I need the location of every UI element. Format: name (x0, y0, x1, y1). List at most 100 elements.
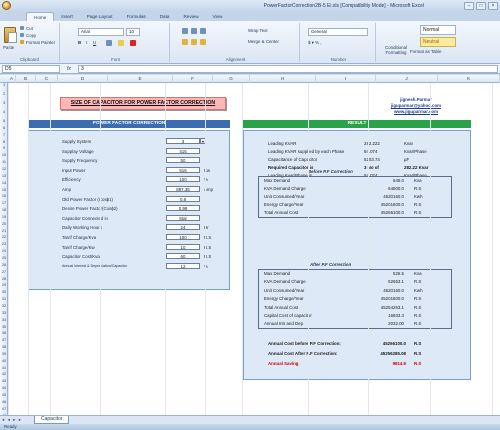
column-header[interactable]: H (250, 75, 316, 83)
column-header[interactable]: C (36, 75, 58, 83)
conditional-formatting-button[interactable]: Conditional Formatting (380, 45, 412, 55)
column-header[interactable]: B (16, 75, 36, 83)
row-header[interactable]: 15 (0, 188, 8, 192)
row-header[interactable]: 7 (0, 133, 8, 137)
row-header[interactable]: 36 (0, 331, 8, 335)
row-header[interactable]: 20 (0, 222, 8, 226)
input-value[interactable]: 0.98 (166, 205, 200, 212)
column-header[interactable]: G (213, 75, 250, 83)
input-value[interactable]: 3 (166, 138, 200, 144)
row-header[interactable]: 44 (0, 386, 8, 390)
row-header[interactable]: 25 (0, 256, 8, 260)
contact-email[interactable]: jiguparmar@yahoo.com (384, 103, 448, 108)
style-neutral[interactable]: Neutral (420, 37, 456, 47)
font-size-select[interactable]: 10 (126, 28, 140, 36)
input-value[interactable]: 60 (166, 253, 200, 260)
close-button[interactable]: × (488, 1, 498, 10)
row-header[interactable]: 35 (0, 325, 8, 329)
row-header[interactable]: 27 (0, 270, 8, 274)
row-header[interactable]: 6 (0, 126, 8, 130)
row-header[interactable]: 14 (0, 181, 8, 185)
paste-icon[interactable] (4, 27, 17, 43)
align-left-icon[interactable] (182, 39, 188, 45)
row-header[interactable]: 33 (0, 311, 8, 315)
style-normal[interactable]: Normal (420, 25, 456, 35)
contact-website[interactable]: www.jiguparmar.com (384, 109, 448, 114)
row-header[interactable]: 39 (0, 352, 8, 356)
row-header[interactable]: 43 (0, 379, 8, 383)
row-header[interactable]: 8 (0, 140, 8, 144)
worksheet[interactable]: SIZE OF CAPACITOR FOR POWER FACTOR CORRE… (8, 83, 500, 415)
row-header[interactable]: 40 (0, 359, 8, 363)
align-bottom-icon[interactable] (200, 28, 206, 34)
row-header[interactable]: 18 (0, 208, 8, 212)
row-header[interactable]: 31 (0, 297, 8, 301)
input-value[interactable]: Star (166, 214, 200, 221)
format-painter-button[interactable]: Format Painter (26, 40, 55, 45)
row-header[interactable]: 12 (0, 167, 8, 171)
office-button-icon[interactable] (2, 1, 11, 10)
format-as-table-button[interactable]: Format as Table (410, 49, 441, 54)
row-header[interactable]: 19 (0, 215, 8, 219)
fx-icon[interactable]: fx (60, 66, 78, 72)
row-header[interactable]: 29 (0, 283, 8, 287)
row-header[interactable]: 17 (0, 201, 8, 205)
align-right-icon[interactable] (200, 39, 206, 45)
row-header[interactable]: 37 (0, 338, 8, 342)
align-middle-icon[interactable] (191, 28, 197, 34)
borders-icon[interactable] (106, 40, 112, 46)
tab-view[interactable]: View (206, 12, 230, 21)
row-header[interactable]: 42 (0, 372, 8, 376)
column-header[interactable]: A (8, 75, 16, 83)
sheet-tab-capacitor[interactable]: Capacitor (34, 416, 70, 424)
row-header[interactable]: 38 (0, 345, 8, 349)
font-name-select[interactable]: Arial (78, 28, 124, 36)
tab-home[interactable]: Home (26, 12, 55, 21)
row-header[interactable]: 23 (0, 242, 8, 246)
input-value[interactable]: 100 (166, 176, 200, 183)
row-header[interactable]: 21 (0, 229, 8, 233)
input-value[interactable]: 897.35 (166, 186, 200, 192)
tab-insert[interactable]: Insert (54, 12, 80, 21)
name-box[interactable]: D5 (2, 64, 60, 73)
row-header[interactable]: 41 (0, 366, 8, 370)
row-header[interactable]: 47 (0, 407, 8, 411)
input-value[interactable]: 12 (166, 262, 200, 269)
column-header[interactable]: D (58, 75, 108, 83)
merge-center-button[interactable]: Merge & Center (248, 39, 279, 44)
input-value[interactable]: 516 (166, 166, 200, 173)
formula-input[interactable]: 3 (78, 64, 498, 73)
row-header[interactable]: 1 (0, 83, 8, 87)
number-format-select[interactable]: General (308, 28, 368, 36)
minimize-button[interactable]: – (464, 1, 474, 10)
currency-button[interactable]: $ ▾ % , (308, 40, 321, 46)
row-header[interactable]: 34 (0, 318, 8, 322)
column-header[interactable]: J (376, 75, 438, 83)
column-header[interactable]: K (438, 75, 500, 83)
input-value[interactable]: 24 (166, 224, 200, 231)
input-value[interactable]: 10 (166, 243, 200, 250)
row-header[interactable]: 16 (0, 194, 8, 198)
font-color-icon[interactable] (130, 40, 136, 46)
maximize-button[interactable]: □ (476, 1, 486, 10)
tab-data[interactable]: Data (153, 12, 177, 21)
row-header[interactable]: 4 (0, 110, 8, 114)
sheet-nav-arrows[interactable]: ◂ ◂ ▸ ▸ (2, 417, 22, 423)
row-header[interactable]: 13 (0, 174, 8, 178)
row-header[interactable]: 26 (0, 263, 8, 267)
tab-formulas[interactable]: Formulas (120, 12, 153, 21)
row-header[interactable]: 45 (0, 393, 8, 397)
row-header[interactable]: 9 (0, 146, 8, 150)
row-header[interactable]: 24 (0, 249, 8, 253)
row-header[interactable]: 2 (0, 92, 8, 96)
row-header[interactable]: 5 (0, 119, 8, 123)
cut-button[interactable]: Cut (26, 26, 33, 31)
row-header[interactable]: 3 (0, 101, 8, 105)
tab-review[interactable]: Review (176, 12, 205, 21)
paste-button[interactable]: Paste (3, 45, 14, 50)
row-header[interactable]: 28 (0, 277, 8, 281)
row-header[interactable]: 22 (0, 235, 8, 239)
tab-page-layout[interactable]: Page Layout (80, 12, 120, 21)
align-center-icon[interactable] (191, 39, 197, 45)
row-header[interactable]: 11 (0, 160, 8, 164)
